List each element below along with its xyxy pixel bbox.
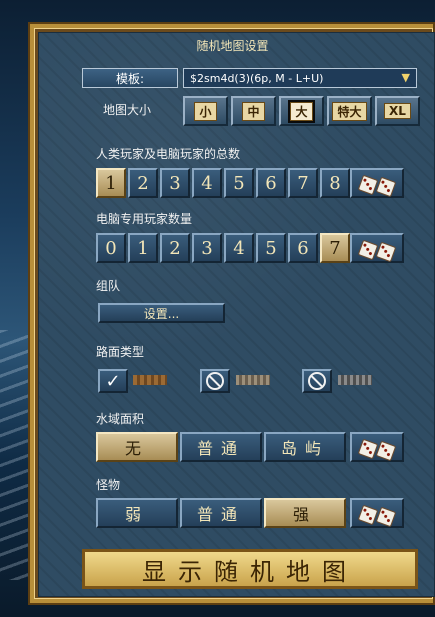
road-type-label: 路面类型: [96, 345, 145, 359]
team-setup-button[interactable]: 设置...: [98, 303, 225, 323]
team-label: 组队: [96, 279, 121, 293]
computer-only-option-6[interactable]: 6: [288, 233, 318, 263]
template-label: 模板:: [82, 68, 178, 88]
road-gravel-checkbox[interactable]: [200, 369, 230, 393]
computer-only-option-5[interactable]: 5: [256, 233, 286, 263]
dialog-title: 随机地图设置: [196, 39, 269, 53]
monsters-normal-button[interactable]: 普通: [180, 498, 262, 528]
map-size-small[interactable]: 小: [183, 96, 228, 126]
road-dirt-checkbox[interactable]: ✓: [98, 369, 128, 393]
human-computer-option-8[interactable]: 8: [320, 168, 350, 198]
total-players-label: 人类玩家及电脑玩家的总数: [96, 147, 241, 161]
computer-players-label: 电脑专用玩家数量: [96, 212, 193, 226]
disabled-icon: [308, 372, 326, 390]
monsters-strong-button[interactable]: 强: [264, 498, 346, 528]
road-cobble-checkbox[interactable]: [302, 369, 332, 393]
cobble-road-swatch: [338, 375, 372, 385]
random-monsters-dice-icon[interactable]: [350, 498, 404, 528]
computer-only-option-7[interactable]: 7: [320, 233, 350, 263]
random-total-players-dice-icon[interactable]: [350, 168, 404, 198]
random-water-dice-icon[interactable]: [350, 432, 404, 462]
human-computer-option-2[interactable]: 2: [128, 168, 158, 198]
template-dropdown[interactable]: $2sm4d(3)(6p, M - L+U) ▼: [183, 68, 417, 88]
show-random-map-button[interactable]: 显示随机地图: [82, 549, 418, 589]
human-computer-option-6[interactable]: 6: [256, 168, 286, 198]
map-size-medium[interactable]: 中: [231, 96, 276, 126]
water-islands-button[interactable]: 岛屿: [264, 432, 346, 462]
map-size-xlarge[interactable]: 特大: [327, 96, 372, 126]
checkmark-icon: ✓: [105, 370, 121, 392]
map-size-large[interactable]: 大: [279, 96, 324, 126]
dirt-road-swatch: [133, 375, 167, 385]
gravel-road-swatch: [236, 375, 270, 385]
disabled-icon: [206, 372, 224, 390]
water-normal-button[interactable]: 普通: [180, 432, 262, 462]
computer-only-option-0[interactable]: 0: [96, 233, 126, 263]
human-computer-option-3[interactable]: 3: [160, 168, 190, 198]
computer-only-option-2[interactable]: 2: [160, 233, 190, 263]
dropdown-arrow-icon: ▼: [401, 71, 410, 84]
water-none-button[interactable]: 无: [96, 432, 178, 462]
map-size-xxl[interactable]: XL: [375, 96, 420, 126]
computer-only-option-4[interactable]: 4: [224, 233, 254, 263]
computer-only-option-1[interactable]: 1: [128, 233, 158, 263]
random-computer-players-dice-icon[interactable]: [350, 233, 404, 263]
monsters-label: 怪物: [96, 478, 121, 492]
human-computer-option-7[interactable]: 7: [288, 168, 318, 198]
human-computer-option-1[interactable]: 1: [96, 168, 126, 198]
computer-only-option-3[interactable]: 3: [192, 233, 222, 263]
human-computer-option-4[interactable]: 4: [192, 168, 222, 198]
template-value: $2sm4d(3)(6p, M - L+U): [190, 71, 324, 85]
water-area-label: 水域面积: [96, 412, 145, 426]
human-computer-option-5[interactable]: 5: [224, 168, 254, 198]
monsters-weak-button[interactable]: 弱: [96, 498, 178, 528]
map-size-label: 地图大小: [103, 103, 152, 117]
